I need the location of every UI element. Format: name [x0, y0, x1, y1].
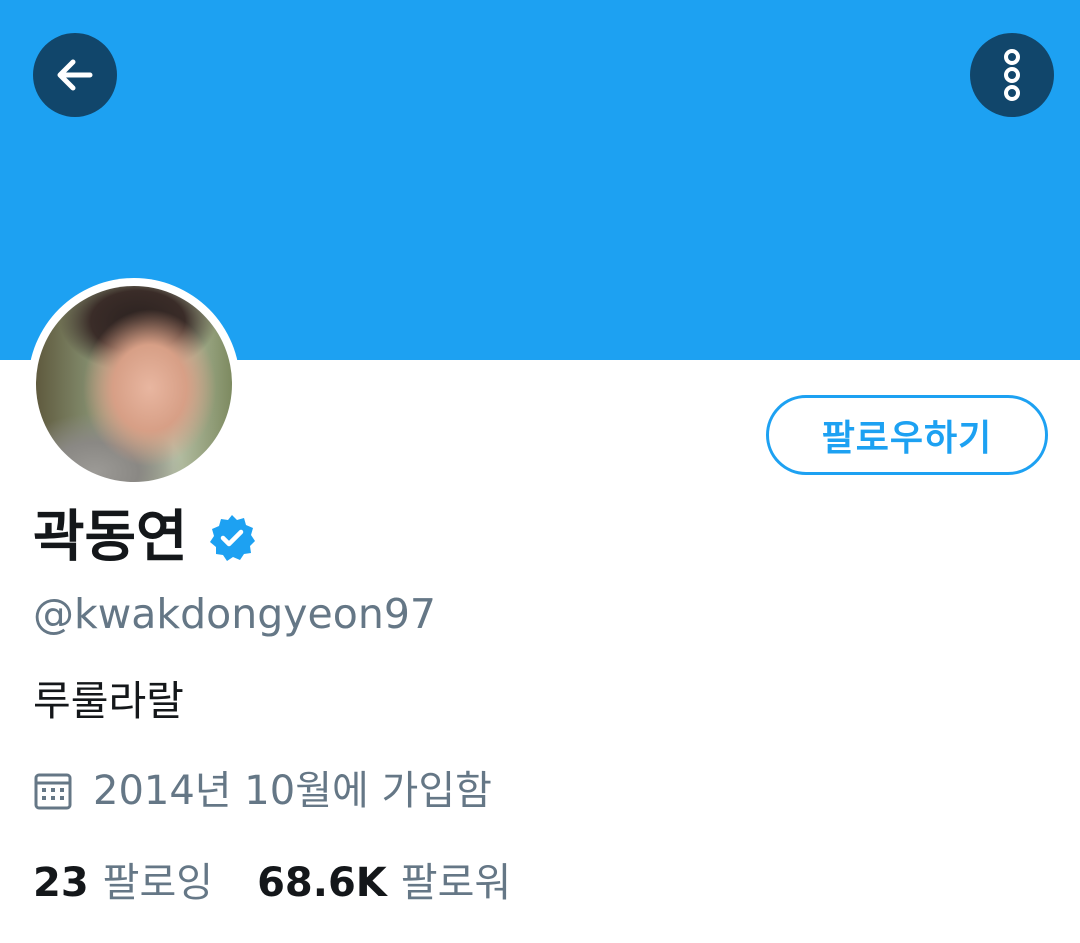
- joined-date-row: 2014년 10월에 가입함: [33, 765, 492, 817]
- calendar-icon: [34, 773, 72, 810]
- name-row: 곽동연: [33, 500, 258, 576]
- arrow-left-icon: [57, 59, 93, 91]
- followers-stat[interactable]: 68.6K 팔로워: [257, 857, 511, 909]
- avatar-frame: [28, 278, 240, 490]
- bio: 루룰라랄: [33, 677, 184, 725]
- followers-count: 68.6K: [257, 860, 387, 906]
- back-button[interactable]: [33, 33, 117, 117]
- avatar[interactable]: [36, 286, 232, 482]
- following-label: 팔로잉: [102, 860, 214, 906]
- follow-stats: 23 팔로잉 68.6K 팔로워: [33, 857, 511, 909]
- joined-date: 2014년 10월에 가입함: [93, 768, 492, 814]
- verified-badge-icon: [209, 515, 255, 561]
- more-options-button[interactable]: [970, 33, 1054, 117]
- follow-button[interactable]: 팔로우하기: [766, 395, 1048, 475]
- followers-label: 팔로워: [400, 860, 512, 906]
- more-vertical-icon: [1004, 49, 1020, 101]
- following-stat[interactable]: 23 팔로잉: [33, 857, 213, 909]
- display-name: 곽동연: [33, 505, 188, 570]
- user-handle: @kwakdongyeon97: [33, 590, 436, 638]
- following-count: 23: [33, 860, 89, 906]
